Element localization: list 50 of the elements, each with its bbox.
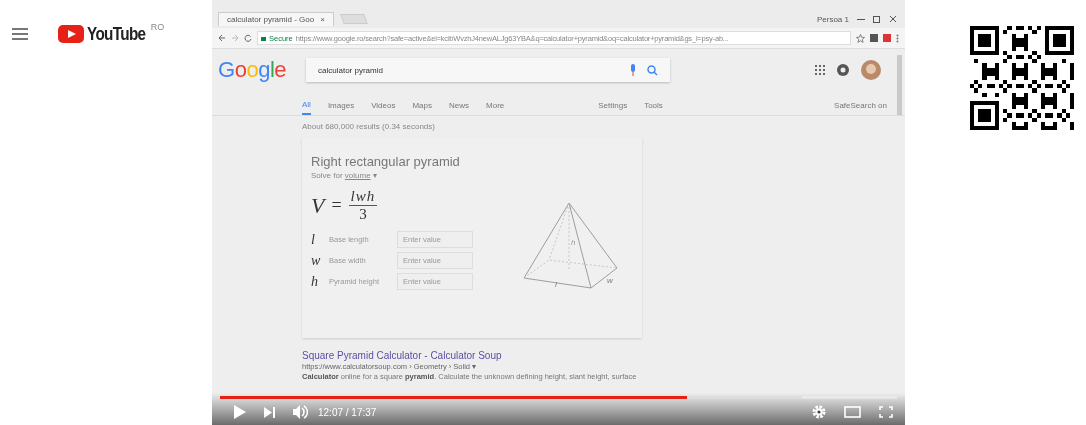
theater-mode-icon[interactable] [844,406,861,418]
region-label: RO [150,22,165,32]
microphone-icon[interactable] [629,64,637,76]
search-tab[interactable]: More [486,101,505,115]
results-count: About 680,000 results (0.34 seconds) [302,122,436,131]
back-icon[interactable] [218,34,226,42]
tools-link[interactable]: Tools [644,101,663,115]
play-logo-icon [58,25,84,43]
variable-symbol: l [311,231,316,248]
browser-tab[interactable]: calculator pyramid - Goo × [218,12,334,26]
tab-close-button[interactable]: × [320,15,325,24]
video-player[interactable] [212,0,905,425]
solve-for-dropdown[interactable]: volume [344,171,371,180]
youtube-logo[interactable]: YouTube [87,25,146,43]
search-tab[interactable]: News [449,101,470,115]
menu-icon[interactable] [12,28,28,40]
play-icon[interactable] [234,405,246,419]
settings-icon[interactable] [812,405,826,419]
google-logo[interactable]: Google [218,57,286,83]
solve-for-label: Solve for [311,171,343,180]
variable-symbol: h [311,273,319,290]
safesearch-label[interactable]: SafeSearch on [834,101,887,115]
next-icon[interactable] [264,406,275,418]
star-icon[interactable] [856,33,865,43]
notifications-icon[interactable] [837,64,849,76]
tools-link[interactable]: Settings [598,101,628,115]
search-tab[interactable]: Maps [412,101,432,115]
volume-icon[interactable] [293,405,308,419]
lock-icon [261,35,266,41]
search-tab[interactable]: Images [327,101,355,115]
restore-icon[interactable] [873,15,881,23]
apps-grid-icon[interactable] [815,65,825,75]
search-field[interactable]: calculator pyramid [306,58,670,82]
scrollbar[interactable] [897,55,902,115]
result-title-link[interactable]: Square Pyramid Calculator - Calculator Soup [302,350,905,361]
variable-symbol: w [311,252,322,269]
card-title: Right rectangular pyramid [311,154,461,169]
profile-name[interactable]: Persoa 1 [816,14,849,24]
search-tab[interactable]: All [302,100,311,115]
reload-icon[interactable] [244,34,252,42]
caret-icon[interactable]: ▾ [372,171,377,180]
search-tab[interactable]: Videos [371,101,396,115]
kebab-menu-icon[interactable] [896,33,899,43]
close-icon[interactable] [889,15,897,23]
time-display: 12:07 / 17:37 [318,406,377,418]
pyramid-drawing: h l w [519,200,619,290]
fullscreen-icon[interactable] [879,406,893,418]
qr-code[interactable] [970,26,1074,130]
avatar-icon[interactable] [861,60,881,80]
search-icon[interactable] [647,64,658,76]
